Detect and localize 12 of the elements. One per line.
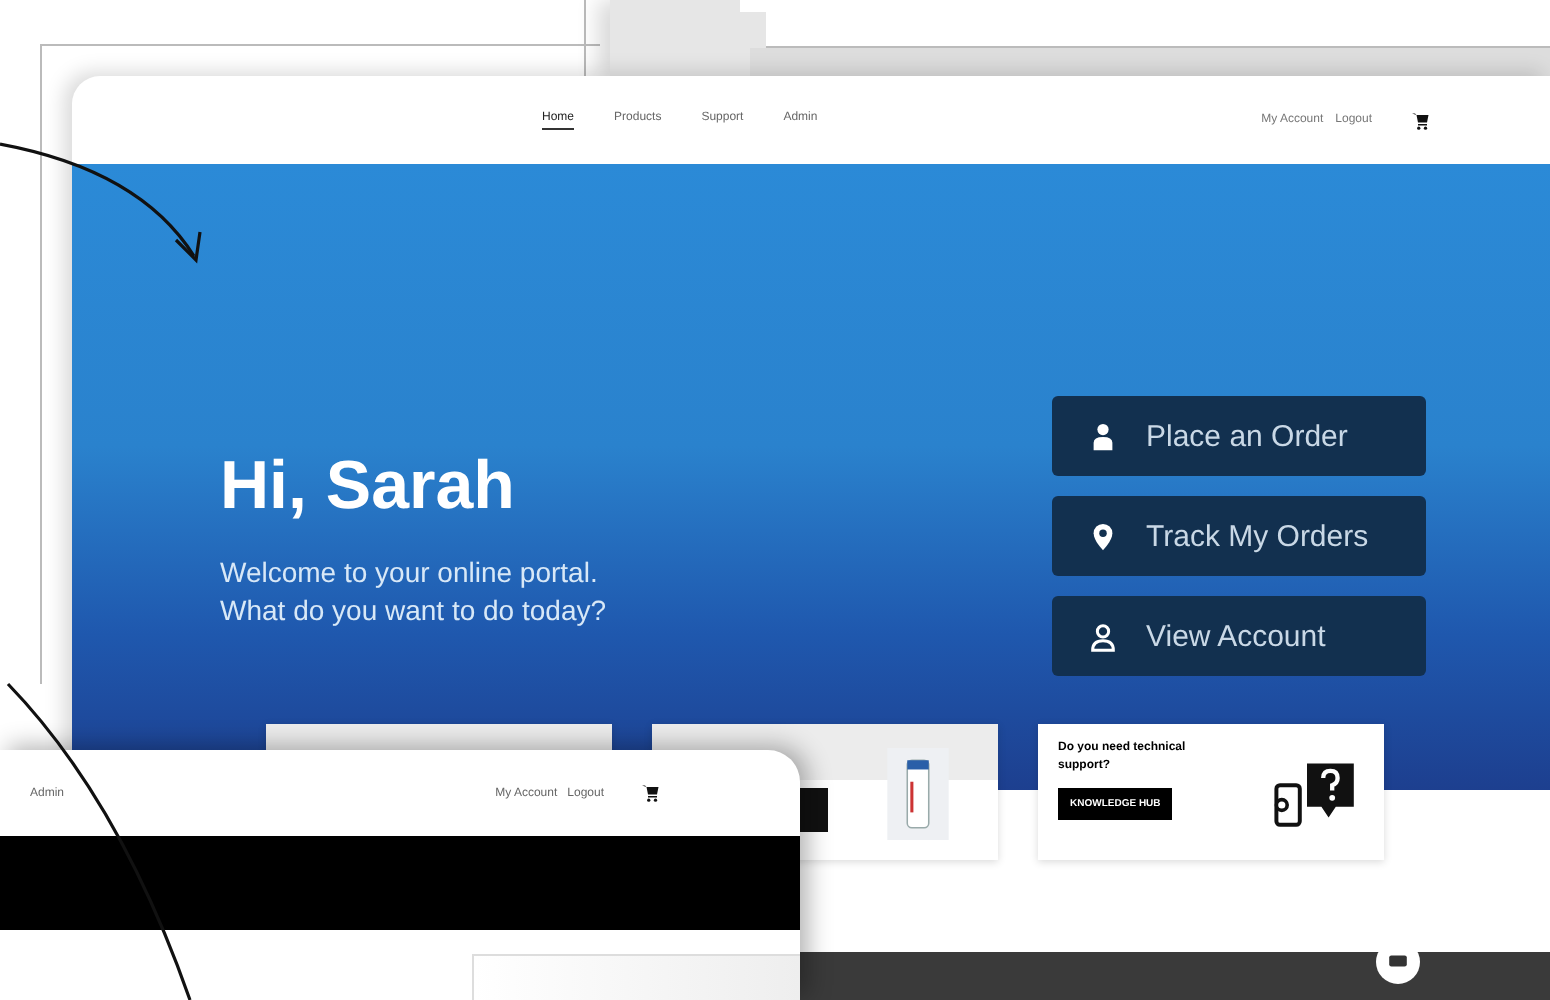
location-pin-icon [1088,521,1118,551]
action-button[interactable]: Place an Order [1052,396,1426,476]
action-button[interactable]: View Account [1052,596,1426,676]
action-button[interactable]: Track My Orders [1052,496,1426,576]
product-bottle-icon [886,748,950,840]
person-icon [1088,421,1118,451]
user-icon [1088,621,1118,651]
greeting: Hi, Sarah [220,448,517,526]
cart-icon[interactable] [1412,111,1430,129]
subtitle: What do you want to do today? [220,592,607,630]
subtitle: Welcome to your online portal. [220,554,600,592]
cart-icon[interactable] [642,784,660,802]
